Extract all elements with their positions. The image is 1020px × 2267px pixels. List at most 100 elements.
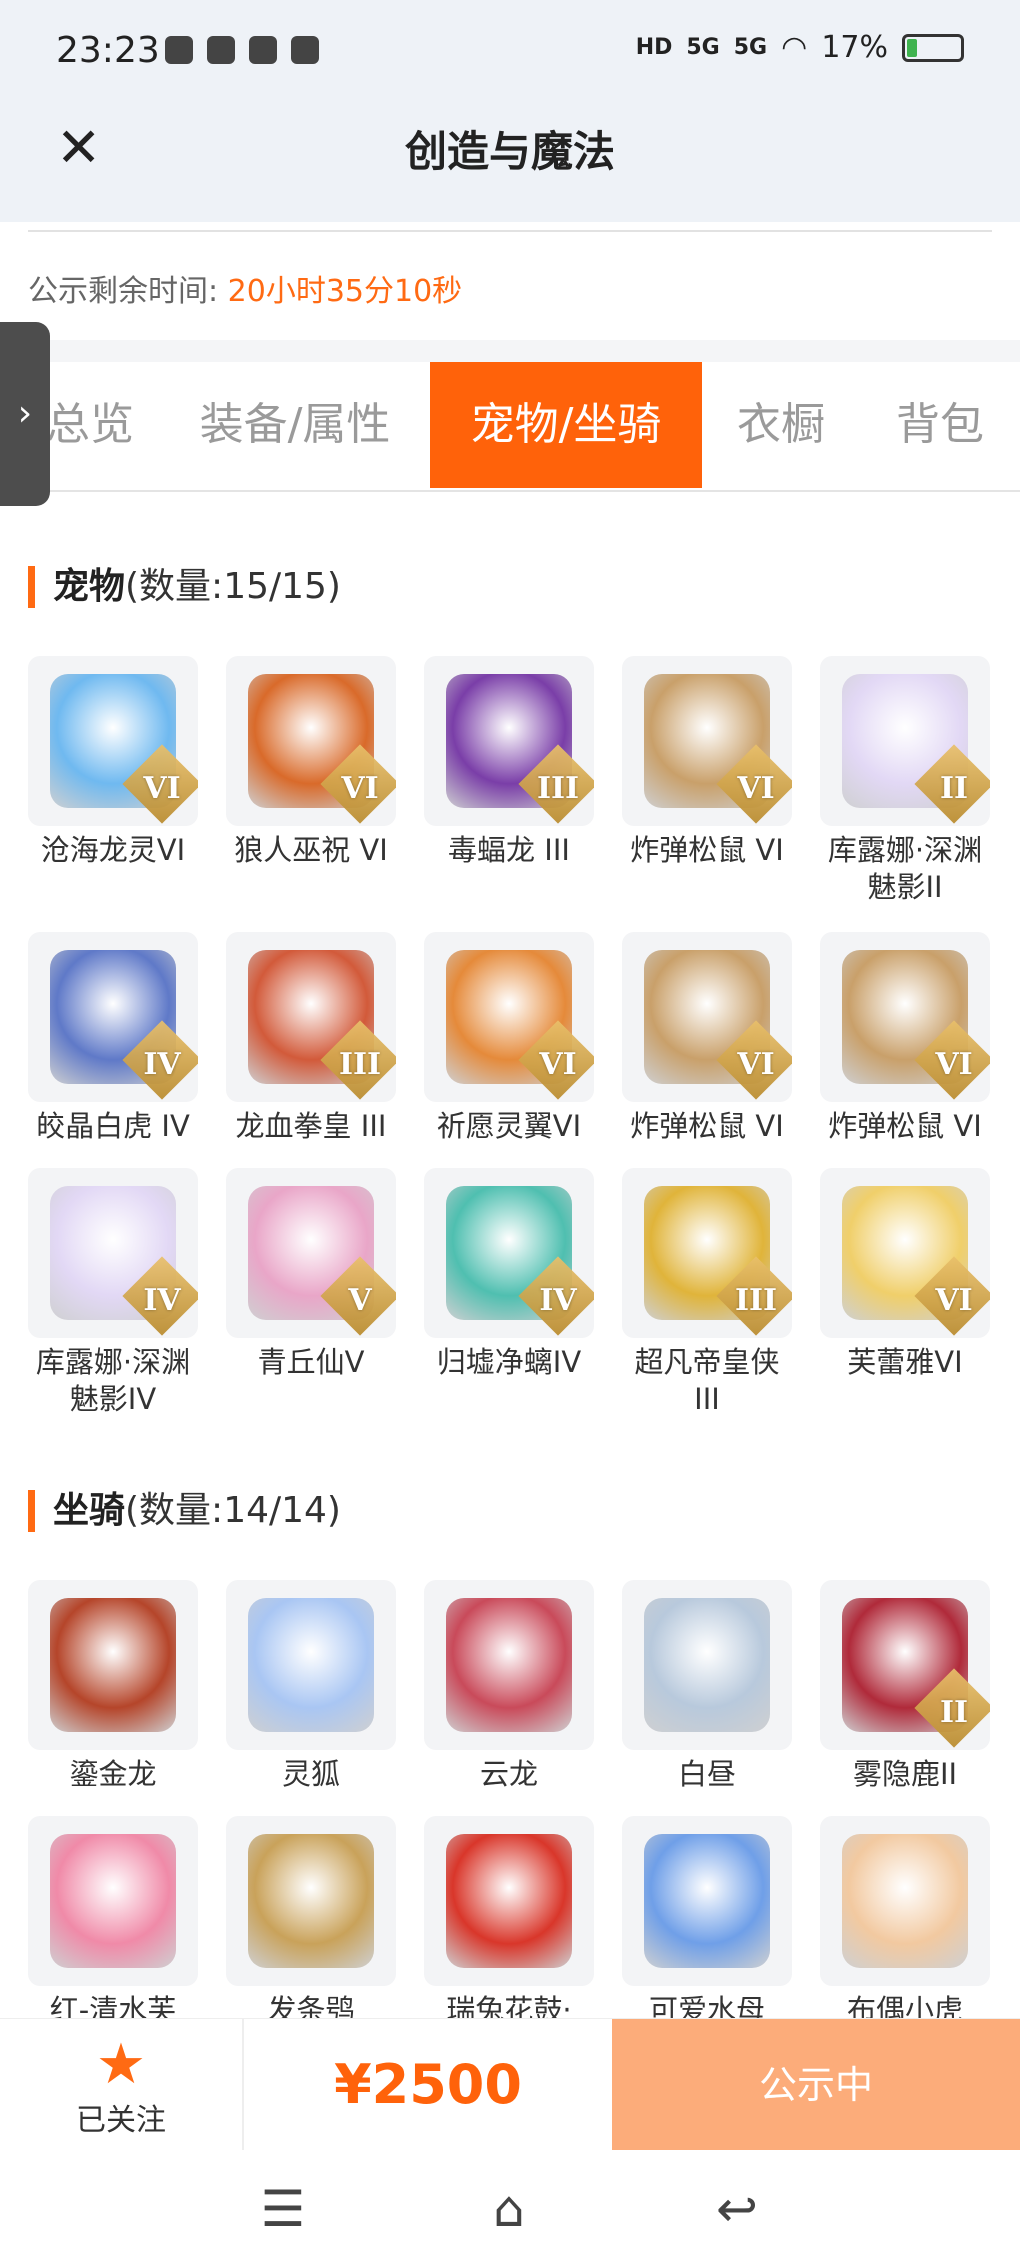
pets-item[interactable]: VI 沧海龙灵VI <box>28 656 198 869</box>
follow-label: 已关注 <box>76 2103 166 2138</box>
item-thumbnail <box>424 1816 594 1986</box>
side-drawer-handle[interactable]: › <box>0 322 50 506</box>
price: ¥2500 <box>334 2053 522 2116</box>
pets-item[interactable]: IV 皎晶白虎 IV <box>28 932 198 1145</box>
item-thumbnail: II <box>820 1580 990 1750</box>
tier-badge-text: IV <box>143 1283 181 1318</box>
tier-badge-text: II <box>939 771 969 806</box>
mounts-item[interactable]: II 雾隐鹿II <box>820 1580 990 1793</box>
item-name: 超凡帝皇侠III <box>634 1345 780 1416</box>
item-thumbnail: II <box>820 656 990 826</box>
tier-badge-text: II <box>939 1695 969 1730</box>
page-title: 创造与魔法 <box>404 127 615 176</box>
mounts-item[interactable]: 云龙 <box>424 1580 594 1793</box>
item-name: 库露娜·深渊魅影IV <box>35 1345 191 1416</box>
mounts-item[interactable]: 布偶小虎 <box>820 1816 990 2029</box>
item-thumbnail <box>28 1816 198 1986</box>
pets-title: 宠物 <box>53 566 126 607</box>
status-bar: 23:23 HD 5G 5G ◠ 17% <box>0 0 1020 110</box>
mounts-item[interactable]: 鎏金龙 <box>28 1580 198 1793</box>
pets-count: (数量:15/15) <box>125 566 341 607</box>
tier-badge-text: VI <box>539 1047 577 1082</box>
signal-icon-2: 5G <box>733 35 768 60</box>
item-thumbnail: VI <box>226 656 396 826</box>
mounts-section-title: 坐骑(数量:14/14) <box>28 1490 341 1532</box>
mounts-count: (数量:14/14) <box>125 1490 341 1531</box>
mounts-item[interactable]: 灵狐 <box>226 1580 396 1793</box>
tier-badge-text: VI <box>341 771 379 806</box>
section-band <box>0 340 1020 362</box>
pets-item[interactable]: III 龙血拳皇 III <box>226 932 396 1145</box>
item-thumbnail: VI <box>820 1168 990 1338</box>
tab-overview[interactable]: 总览 <box>40 362 140 488</box>
pets-item[interactable]: VI 炸弹松鼠 VI <box>820 932 990 1145</box>
divider <box>28 230 992 232</box>
app-icon <box>249 36 277 64</box>
item-name: 雾隐鹿II <box>852 1757 958 1791</box>
pets-item[interactable]: IV 归墟净螭IV <box>424 1168 594 1381</box>
item-name: 云龙 <box>479 1757 538 1791</box>
item-thumbnail: III <box>424 656 594 826</box>
pets-item[interactable]: III 超凡帝皇侠III <box>622 1168 792 1418</box>
item-thumbnail <box>226 1816 396 1986</box>
creature-image <box>248 1834 374 1968</box>
mounts-item[interactable]: 发条鸮 <box>226 1816 396 2029</box>
item-thumbnail: VI <box>622 932 792 1102</box>
item-thumbnail: IV <box>28 932 198 1102</box>
hd-icon: HD <box>635 35 673 60</box>
tab-pets-mounts[interactable]: 宠物/坐骑 <box>430 362 702 488</box>
creature-image <box>50 1598 176 1732</box>
pets-item[interactable]: VI 炸弹松鼠 VI <box>622 656 792 869</box>
pets-item[interactable]: IV 库露娜·深渊魅影IV <box>28 1168 198 1418</box>
countdown-value: 20小时35分10秒 <box>227 274 463 309</box>
mounts-item[interactable]: 瑞兔花鼓· <box>424 1816 594 2029</box>
item-name: 青丘仙V <box>257 1345 365 1379</box>
item-thumbnail <box>622 1816 792 1986</box>
creature-image <box>842 1834 968 1968</box>
item-name: 炸弹松鼠 VI <box>828 1109 982 1143</box>
pets-item[interactable]: II 库露娜·深渊魅影II <box>820 656 990 906</box>
tab-backpack[interactable]: 背包 <box>880 362 1000 488</box>
pets-item[interactable]: III 毒蝠龙 III <box>424 656 594 869</box>
notification-icons <box>165 36 319 64</box>
tab-wardrobe[interactable]: 衣橱 <box>724 362 838 488</box>
mounts-title: 坐骑 <box>53 1490 126 1531</box>
battery-icon <box>902 33 964 62</box>
pets-item[interactable]: VI 芙蕾雅VI <box>820 1168 990 1381</box>
pets-item[interactable]: V 青丘仙V <box>226 1168 396 1381</box>
creature-image <box>644 1598 770 1732</box>
tab-equipment[interactable]: 装备/属性 <box>186 362 404 488</box>
pets-item[interactable]: VI 炸弹松鼠 VI <box>622 932 792 1145</box>
countdown-label: 公示剩余时间: <box>28 274 219 309</box>
item-thumbnail: V <box>226 1168 396 1338</box>
item-name: 芙蕾雅VI <box>847 1345 963 1379</box>
bottom-bar: ★ 已关注 ¥2500 公示中 <box>0 2018 1020 2151</box>
item-name: 归墟净螭IV <box>436 1345 582 1379</box>
mounts-item[interactable]: 红-清水芙 <box>28 1816 198 2029</box>
item-name: 狼人巫祝 VI <box>234 833 388 867</box>
mounts-item[interactable]: 可爱水母 <box>622 1816 792 2029</box>
tier-badge-text: VI <box>737 1047 775 1082</box>
home-icon[interactable]: ⌂ <box>474 2174 544 2244</box>
pets-item[interactable]: VI 祈愿灵翼VI <box>424 932 594 1145</box>
item-thumbnail <box>226 1580 396 1750</box>
item-thumbnail: III <box>226 932 396 1102</box>
item-name: 龙血拳皇 III <box>235 1109 387 1143</box>
publicity-button[interactable]: 公示中 <box>612 2019 1020 2151</box>
item-thumbnail <box>820 1816 990 1986</box>
mounts-item[interactable]: 白昼 <box>622 1580 792 1793</box>
tier-badge-text: IV <box>539 1283 577 1318</box>
message-icon <box>291 36 319 64</box>
menu-icon[interactable]: ☰ <box>248 2174 318 2244</box>
pets-item[interactable]: VI 狼人巫祝 VI <box>226 656 396 869</box>
follow-button[interactable]: ★ 已关注 <box>0 2019 242 2151</box>
creature-image <box>248 1598 374 1732</box>
item-name: 灵狐 <box>281 1757 340 1791</box>
clock: 23:23 <box>56 30 160 71</box>
tier-badge-text: III <box>734 1283 778 1318</box>
wifi-icon: ◠ <box>781 30 808 65</box>
item-name: 鎏金龙 <box>69 1757 157 1791</box>
item-name: 毒蝠龙 III <box>448 833 570 867</box>
battery-percent: 17% <box>821 30 888 65</box>
back-nav-icon[interactable]: ↩ <box>702 2174 772 2244</box>
